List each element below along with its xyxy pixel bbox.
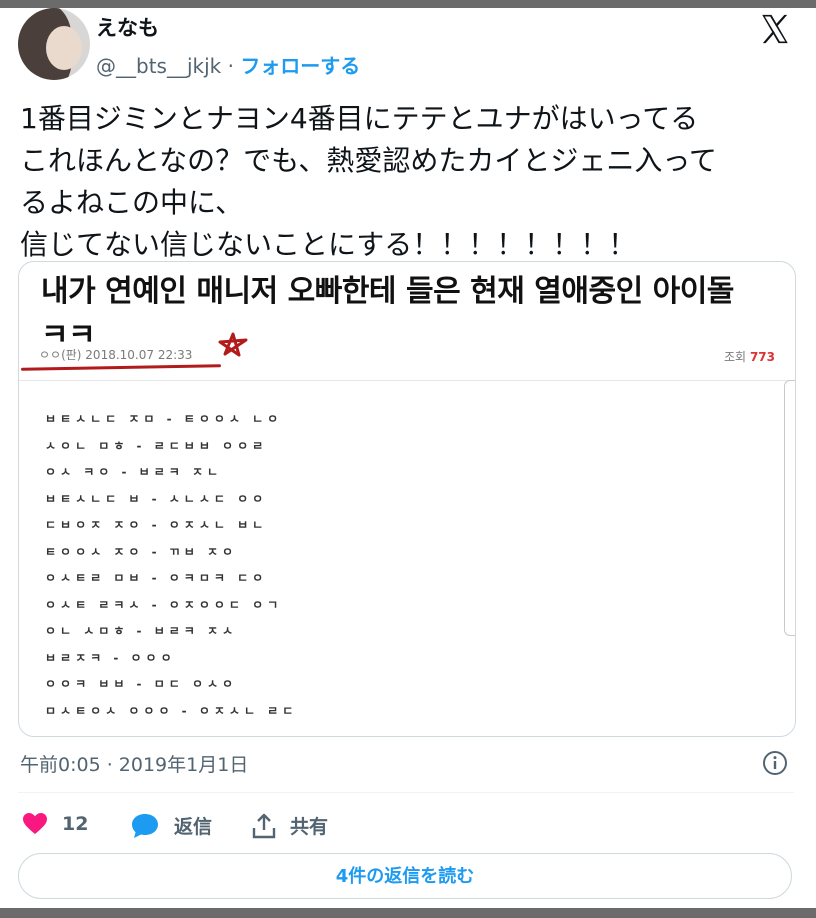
tweet-line: 1番目ジミンとナヨン4番目にテテとユナがはいってる xyxy=(20,102,699,135)
reply-button[interactable]: 返信 xyxy=(130,812,212,839)
media-divider xyxy=(19,380,795,381)
code-line: ㅂㅌㅅㄴㄷ ㅂ - ㅅㄴㅅㄷ ㅇㅇ xyxy=(45,491,268,506)
code-line: ㅇㅇㅋ ㅂㅂ - ㅁㄷ ㅇㅅㅇ xyxy=(45,677,238,691)
actions-divider xyxy=(18,792,794,793)
star-scribble-icon xyxy=(218,332,248,357)
x-logo-icon[interactable] xyxy=(758,12,792,46)
code-line: ㅂㄹㅈㅋ - ㅇㅇㅇ xyxy=(45,650,176,665)
media-title-line: 내가 연예인 매니저 오빠한테 들은 현재 열애중인 아이돌 xyxy=(41,274,734,309)
code-line: ㅂㅌㅅㄴㄷ ㅈㅁ - ㅌㅇㅇㅅ ㄴㅇ xyxy=(45,412,283,426)
view-count-value: 773 xyxy=(749,350,775,364)
read-replies-button[interactable]: 4件の返信を読む xyxy=(18,853,792,899)
display-name[interactable]: えなも xyxy=(96,12,159,42)
share-label: 共有 xyxy=(290,816,329,838)
tweet-text: 1番目ジミンとナヨン4番目にテテとユナがはいってる これほんとなの？でも、熱愛認… xyxy=(20,98,800,266)
view-count: 조회 773 xyxy=(724,348,775,365)
window-bottom-edge xyxy=(0,908,816,918)
code-line: ㄷㅂㅇㅈ ㅈㅇ - ㅇㅈㅅㄴ ㅂㄴ xyxy=(45,518,268,532)
tweet-line: 信じてない信じないことにする！！！！！！！！ xyxy=(20,228,637,261)
media-title: 내가 연예인 매니저 오빠한테 들은 현재 열애중인 아이돌 ㅋㅋ xyxy=(41,270,734,358)
code-line: ㅌㅇㅇㅅ ㅈㅇ - ㄲㅂ ㅈㅇ xyxy=(45,544,238,559)
red-underline-annotation xyxy=(20,364,222,371)
code-line: ㅅㅇㄴ ㅁㅎ - ㄹㄷㅂㅂ ㅇㅇㄹ xyxy=(45,438,268,453)
view-count-label: 조회 xyxy=(724,350,747,364)
handle-row: @__bts__jkjk · フォローする xyxy=(96,50,360,79)
code-line: ㅁㅅㅌㅇㅅ ㅇㅇㅇ - ㅇㅈㅅㄴ ㄹㄷ xyxy=(45,703,298,718)
follow-button[interactable]: フォローする xyxy=(240,54,360,78)
media-post-meta: ㅇㅇ(판) 2018.10.07 22:33 xyxy=(39,348,193,362)
code-list: ㅂㅌㅅㄴㄷ ㅈㅁ - ㅌㅇㅇㅅ ㄴㅇ ㅅㅇㄴ ㅁㅎ - ㄹㄷㅂㅂ ㅇㅇㄹ ㅇㅅ … xyxy=(45,410,297,728)
tweet-timestamp[interactable]: 午前0:05 · 2019年1月1日 xyxy=(20,750,248,777)
avatar[interactable] xyxy=(18,8,90,80)
avatar-face xyxy=(46,26,82,70)
tweet-line: これほんとなの？でも、熱愛認めたカイとジェニ入って xyxy=(20,144,717,177)
media-scrollbar xyxy=(784,380,795,636)
tweet-line: るよねこの中に、 xyxy=(20,186,244,219)
heart-icon xyxy=(23,813,47,834)
separator-dot: · xyxy=(227,54,234,78)
reply-bubble-icon xyxy=(132,813,158,838)
share-icon xyxy=(252,813,276,838)
code-line: ㅇㅅㅌㄹ ㅁㅂ - ㅇㅋㅁㅋ ㄷㅇ xyxy=(45,571,268,585)
like-count: 12 xyxy=(62,813,89,835)
code-line: ㅇㄴ ㅅㅁㅎ - ㅂㄹㅋ ㅈㅅ xyxy=(45,624,238,638)
media-card[interactable]: 내가 연예인 매니저 오빠한테 들은 현재 열애중인 아이돌 ㅋㅋ ㅇㅇ(판) … xyxy=(18,261,796,737)
share-button[interactable]: 共有 xyxy=(252,812,328,839)
code-line: ㅇㅅ ㅋㅇ - ㅂㄹㅋ ㅈㄴ xyxy=(45,465,223,479)
code-line: ㅇㅅㅌ ㄹㅋㅅ - ㅇㅈㅇㅇㄷ ㅇㄱ xyxy=(45,597,283,612)
info-icon[interactable] xyxy=(762,750,788,776)
like-button[interactable]: 12 xyxy=(22,812,88,836)
reply-label: 返信 xyxy=(174,816,213,838)
user-handle[interactable]: @__bts__jkjk xyxy=(96,54,221,78)
